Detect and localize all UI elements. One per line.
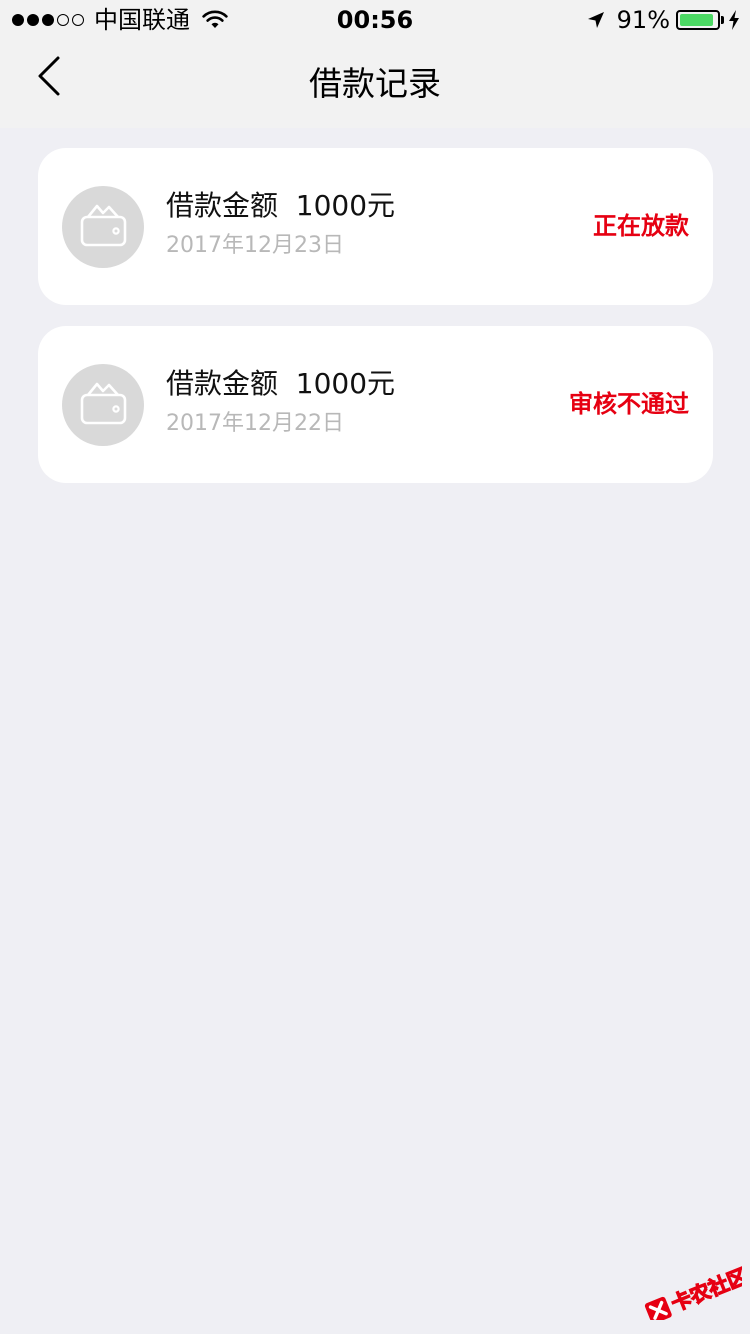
status-bar: 中国联通 00:56 91%	[0, 0, 750, 40]
battery-level-fill	[680, 14, 713, 26]
charging-bolt-icon	[728, 10, 740, 30]
wallet-icon	[62, 364, 144, 446]
watermark-logo: 卡农社区	[638, 1260, 750, 1324]
svg-text:卡农社区: 卡农社区	[668, 1264, 742, 1316]
loan-date: 2017年12月23日	[166, 233, 344, 258]
wallet-icon	[62, 186, 144, 268]
loan-record-card[interactable]: 借款金额 1000元 2017年12月23日 正在放款	[38, 148, 713, 305]
status-badge: 正在放款	[593, 212, 689, 240]
loan-date: 2017年12月22日	[166, 411, 344, 436]
battery-percent: 91%	[616, 6, 670, 34]
loan-amount: 借款金额 1000元	[166, 367, 396, 400]
battery-icon	[676, 10, 720, 30]
kanong-logo-icon: 卡农社区	[644, 1263, 750, 1324]
page-title: 借款记录	[309, 64, 441, 103]
loan-amount: 借款金额 1000元	[166, 189, 396, 222]
status-badge: 审核不通过	[569, 390, 689, 418]
loan-record-card[interactable]: 借款金额 1000元 2017年12月22日 审核不通过	[38, 326, 713, 483]
nav-bar: 借款记录	[0, 40, 750, 128]
status-right: 91%	[587, 6, 740, 34]
battery-nub	[721, 16, 724, 24]
loan-record-list: 借款金额 1000元 2017年12月23日 正在放款 借款金额 1000元 2…	[38, 148, 713, 504]
location-arrow-icon	[587, 11, 605, 29]
